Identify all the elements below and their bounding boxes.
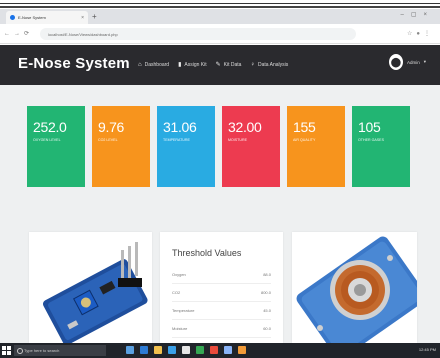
threshold-title: Threshold Values xyxy=(172,248,242,258)
settings-icon[interactable] xyxy=(224,346,232,354)
extensions-icon[interactable]: ☆●⋮ xyxy=(407,30,434,37)
lightbulb-icon: ♀ xyxy=(250,61,255,68)
start-icon[interactable] xyxy=(2,346,11,355)
taskbar-search-input[interactable]: Type here to search xyxy=(14,345,106,356)
user-menu[interactable]: ⬤ Admin ▾ xyxy=(388,54,426,70)
stat-card-air-quality[interactable]: 155 AIR QUALITY xyxy=(287,106,345,187)
chevron-down-icon: ▾ xyxy=(423,59,426,64)
browser-tab-title: E-Nose System xyxy=(18,15,46,20)
stat-card-other-gases[interactable]: 105 OTHER GASES xyxy=(352,106,410,187)
stat-card-moisture[interactable]: 32.00 MOISTURE xyxy=(222,106,280,187)
url-input[interactable]: localhost/E-Nose/Views/dashboard.php xyxy=(40,28,356,40)
home-icon: ⌂ xyxy=(138,61,142,68)
store-icon[interactable] xyxy=(168,346,176,354)
threshold-value: 800.0 xyxy=(260,290,271,295)
threshold-row: Oxygen 88.0 xyxy=(172,266,271,284)
menu-item-label: Data Analysis xyxy=(257,61,289,68)
browser-tab[interactable]: E-Nose System × xyxy=(6,11,88,24)
avatar: ⬤ xyxy=(388,54,403,70)
threshold-name: Moisture xyxy=(172,326,188,331)
close-tab-icon[interactable]: × xyxy=(81,15,84,21)
threshold-row: CO2 800.0 xyxy=(172,284,271,302)
taskbar-apps xyxy=(126,346,246,354)
stat-label: AIR QUALITY xyxy=(293,138,316,142)
stat-card-oxygen[interactable]: 252.0 OXYGEN LEVEL xyxy=(27,106,85,187)
tray-time: 12:45 PM xyxy=(418,347,436,352)
stat-value: 9.76 xyxy=(98,119,125,135)
menu-item-label: Assign Kit xyxy=(184,61,207,68)
new-tab-icon[interactable]: + xyxy=(92,12,97,21)
main-menu: ⌂ Dashboard ▮ Assign Kit ✎ Kit Data ♀ Da… xyxy=(138,61,288,69)
stat-label: MOISTURE xyxy=(228,138,247,142)
stat-value: 155 xyxy=(293,119,316,135)
app-icon[interactable] xyxy=(210,346,218,354)
system-tray[interactable]: 12:45 PM xyxy=(419,347,436,352)
threshold-name: Oxygen xyxy=(172,272,186,277)
favicon-icon xyxy=(10,15,15,20)
nav-buttons-icon[interactable]: ←→⟳ xyxy=(4,30,33,37)
threshold-value: 60.0 xyxy=(263,326,271,331)
threshold-value: 88.0 xyxy=(263,272,271,277)
mail-icon[interactable] xyxy=(182,346,190,354)
sensor-module-image xyxy=(29,232,152,343)
address-bar: ←→⟳ localhost/E-Nose/Views/dashboard.php… xyxy=(0,24,440,44)
browser-tab-bar: E-Nose System × + –▢× xyxy=(0,9,440,24)
threshold-name: CO2 xyxy=(172,290,181,295)
chrome-icon[interactable] xyxy=(196,346,204,354)
edge-icon[interactable] xyxy=(140,346,148,354)
stat-cards: 252.0 OXYGEN LEVEL 9.76 CO2 LEVEL 31.06 … xyxy=(27,106,410,187)
sensor-board-illustration xyxy=(29,232,152,343)
folder-icon[interactable] xyxy=(154,346,162,354)
threshold-panel: Threshold Values Oxygen 88.0 CO2 800.0 T… xyxy=(160,232,283,343)
app-navbar: E-Nose System ⌂ Dashboard ▮ Assign Kit ✎… xyxy=(0,45,440,85)
window-controls[interactable]: –▢× xyxy=(400,11,434,18)
dashboard-content: 252.0 OXYGEN LEVEL 9.76 CO2 LEVEL 31.06 … xyxy=(0,85,440,343)
stat-card-co2[interactable]: 9.76 CO2 LEVEL xyxy=(92,106,150,187)
stat-value: 31.06 xyxy=(163,119,197,135)
browser-window: E-Nose System × + –▢× ←→⟳ localhost/E-No… xyxy=(0,9,440,358)
pin-icon: ✎ xyxy=(215,62,221,68)
stat-value: 105 xyxy=(358,119,381,135)
taskbar-search-placeholder: Type here to search xyxy=(24,348,60,353)
menu-item-dashboard[interactable]: ⌂ Dashboard xyxy=(138,61,169,68)
stat-card-temperature[interactable]: 31.06 TEMPERATURE xyxy=(157,106,215,187)
gas-sensor-illustration xyxy=(292,232,417,343)
threshold-name: Temperature xyxy=(172,308,195,313)
task-view-icon[interactable] xyxy=(126,346,134,354)
stat-label: OXYGEN LEVEL xyxy=(33,138,61,142)
user-icon: ⬤ xyxy=(390,56,401,67)
menu-item-label: Kit Data xyxy=(223,61,242,68)
stat-value: 32.00 xyxy=(228,119,262,135)
media-icon[interactable] xyxy=(238,346,246,354)
url-text: localhost/E-Nose/Views/dashboard.php xyxy=(48,31,118,37)
threshold-value: 45.0 xyxy=(263,308,271,313)
gas-sensor-image xyxy=(292,232,417,343)
brand-title[interactable]: E-Nose System xyxy=(18,55,130,72)
top-rule xyxy=(0,3,440,4)
menu-item-kit-data[interactable]: ✎ Kit Data xyxy=(215,61,242,69)
threshold-row: Moisture 60.0 xyxy=(172,320,271,338)
stat-label: CO2 LEVEL xyxy=(98,138,118,142)
os-taskbar: Type here to search 12:45 PM xyxy=(0,343,440,358)
user-name: Admin xyxy=(406,59,420,65)
top-rule-thick xyxy=(0,6,440,8)
menu-item-data-analysis[interactable]: ♀ Data Analysis xyxy=(250,61,288,68)
stat-label: OTHER GASES xyxy=(358,138,384,142)
threshold-row: Temperature 45.0 xyxy=(172,302,271,320)
menu-item-assign-kit[interactable]: ▮ Assign Kit xyxy=(178,61,207,69)
bookmark-icon: ▮ xyxy=(178,62,182,68)
menu-item-label: Dashboard xyxy=(144,61,170,68)
stat-value: 252.0 xyxy=(33,119,67,135)
stat-label: TEMPERATURE xyxy=(163,138,190,142)
